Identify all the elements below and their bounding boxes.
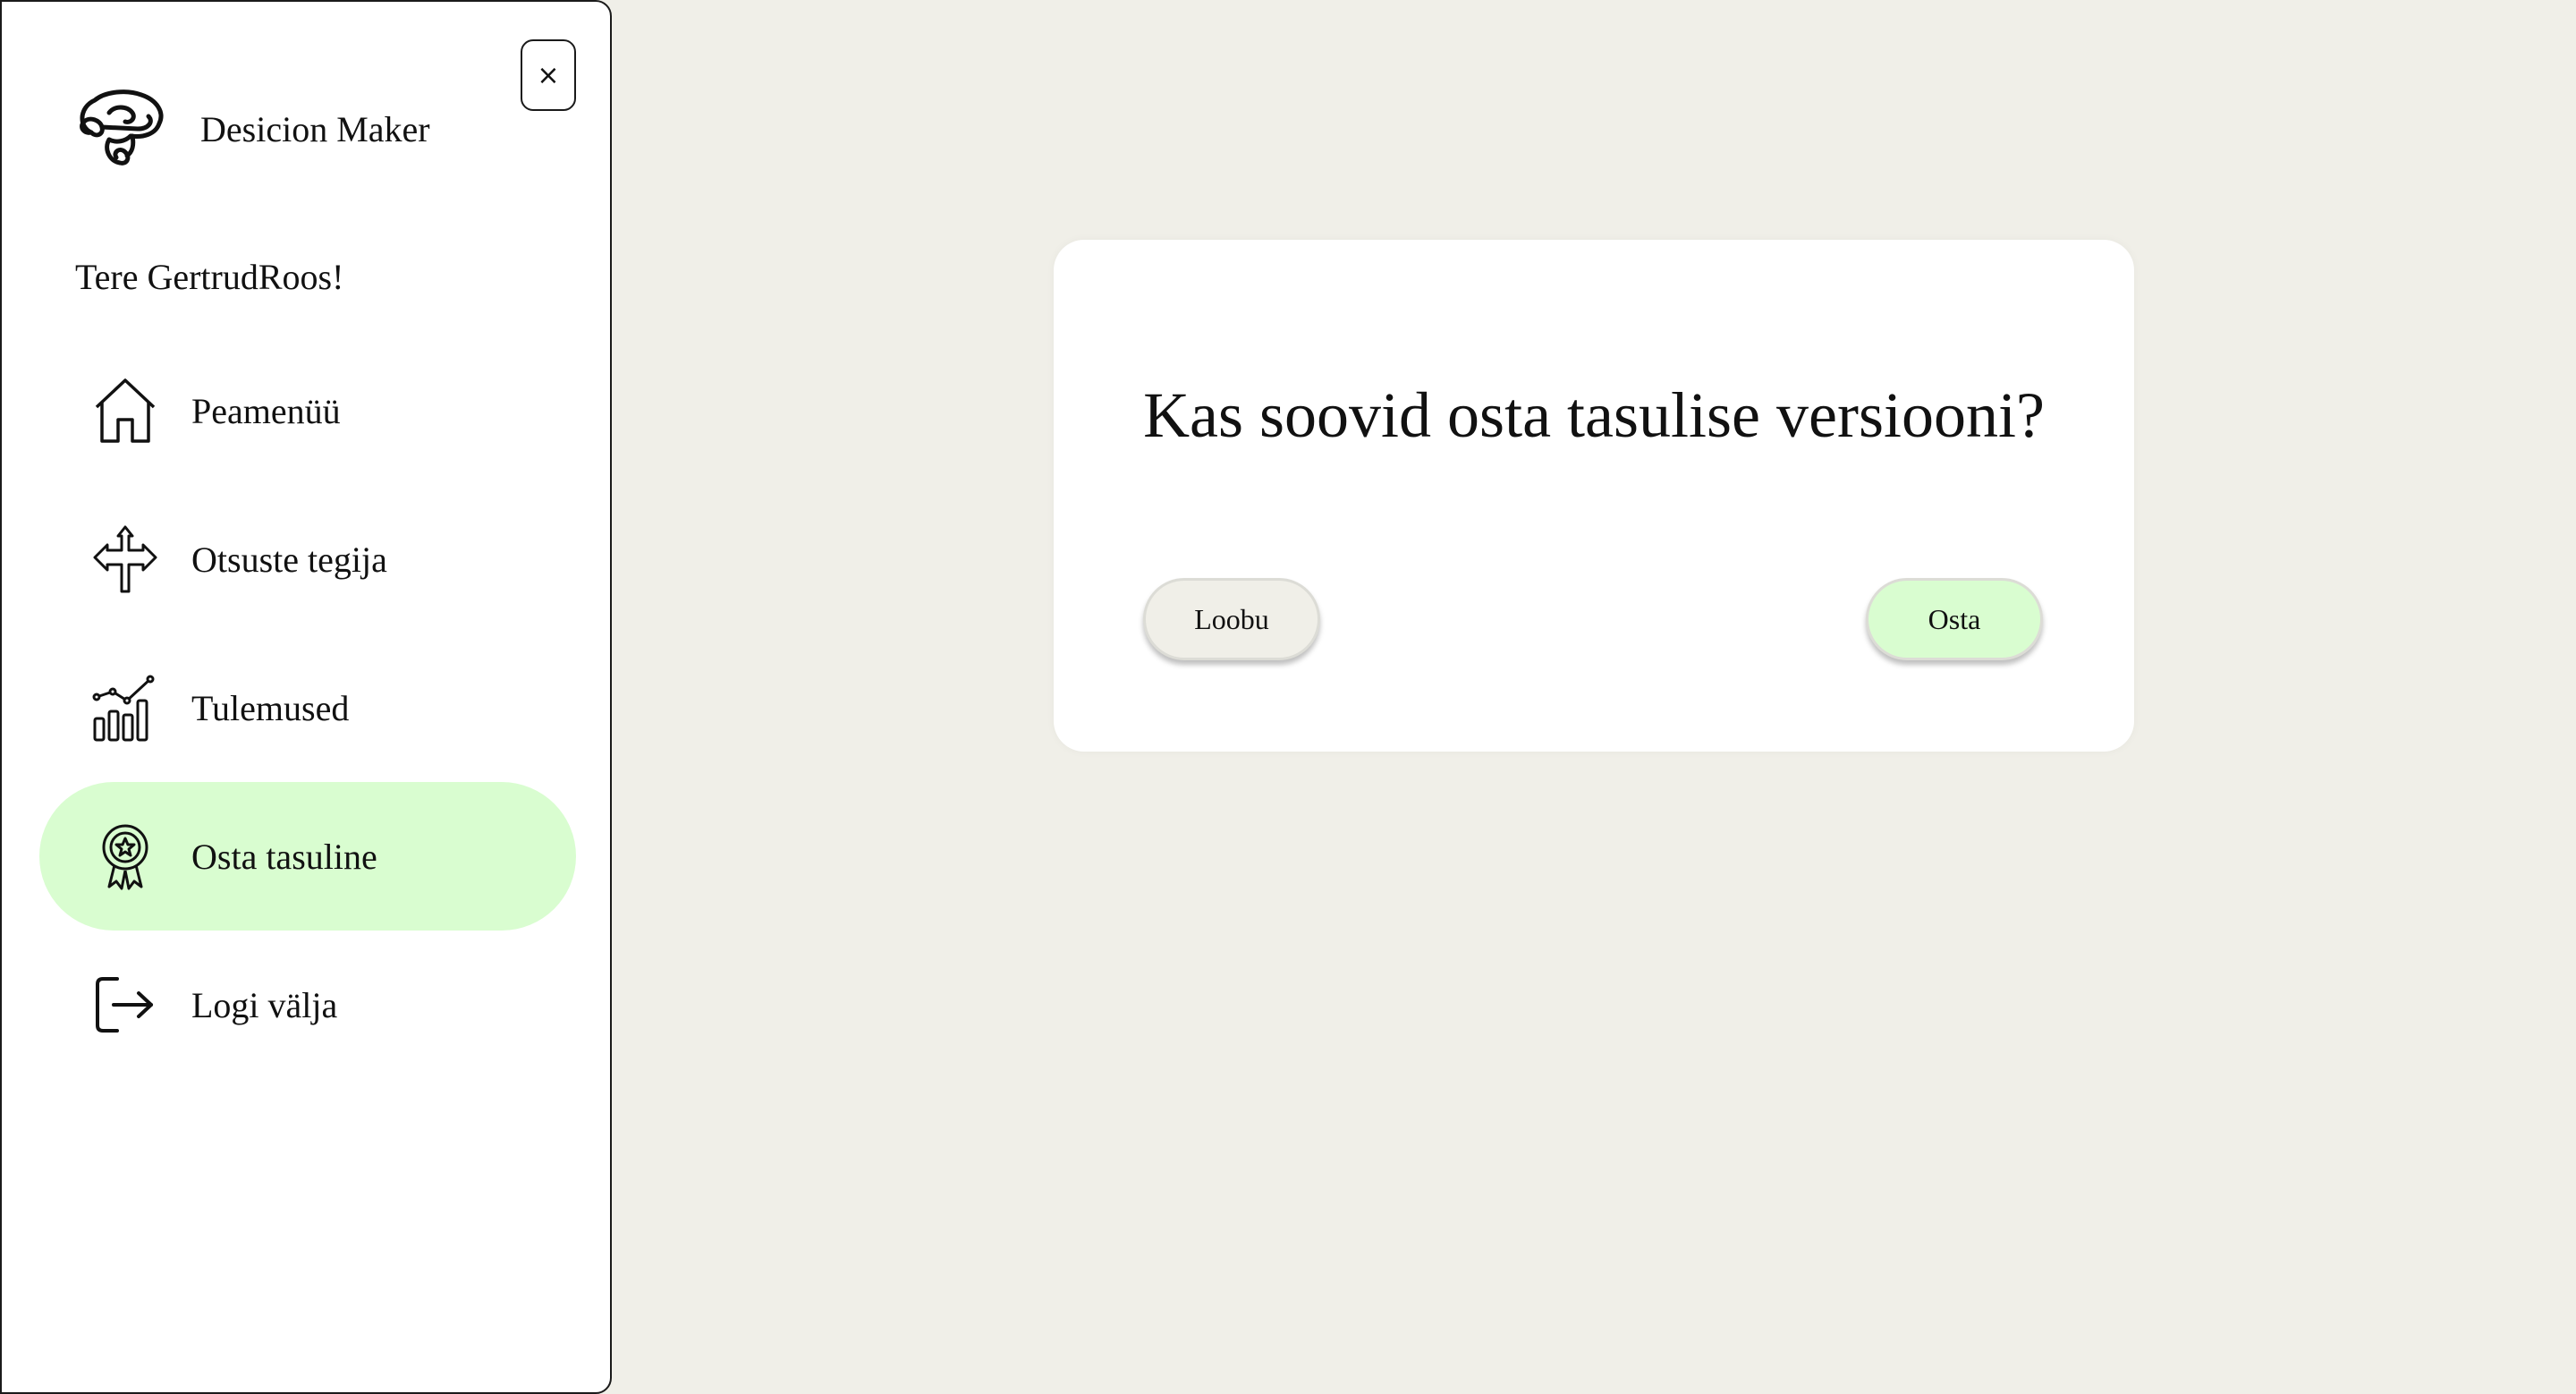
bar-chart-icon (89, 672, 161, 744)
greeting-text: Tere GertrudRoos! (75, 257, 344, 297)
sidebar-item-osta-tasuline[interactable]: Osta tasuline (39, 782, 576, 931)
purchase-dialog: Kas soovid osta tasulise versiooni? Loob… (1054, 240, 2134, 752)
split-arrows-icon (89, 523, 161, 595)
logout-icon (89, 969, 161, 1041)
sidebar-item-label: Otsuste tegija (191, 539, 387, 580)
buy-button[interactable]: Osta (1866, 578, 2043, 660)
home-icon (89, 375, 161, 446)
sidebar-item-logi-valja[interactable]: Logi välja (39, 931, 576, 1079)
brand-name: Desicion Maker (200, 108, 430, 149)
brand: Desicion Maker (73, 86, 430, 172)
dialog-title: Kas soovid osta tasulise versiooni? (1143, 379, 2045, 451)
sidebar-item-label: Logi välja (191, 984, 338, 1025)
close-icon: × (537, 59, 560, 91)
sidebar-item-peamenuu[interactable]: Peamenüü (39, 336, 576, 485)
close-sidebar-button[interactable]: × (521, 39, 576, 111)
award-badge-icon (89, 820, 161, 892)
brain-logo-icon (80, 89, 164, 166)
cancel-button[interactable]: Loobu (1143, 578, 1320, 660)
sidebar: × Desicion Maker Tere GertrudRoos! Peame… (0, 0, 612, 1394)
sidebar-item-label: Tulemused (191, 687, 350, 728)
sidebar-item-label: Peamenüü (191, 390, 341, 431)
sidebar-item-tulemused[interactable]: Tulemused (39, 633, 576, 782)
sidebar-item-otsuste-tegija[interactable]: Otsuste tegija (39, 485, 576, 633)
sidebar-item-label: Osta tasuline (191, 836, 377, 877)
